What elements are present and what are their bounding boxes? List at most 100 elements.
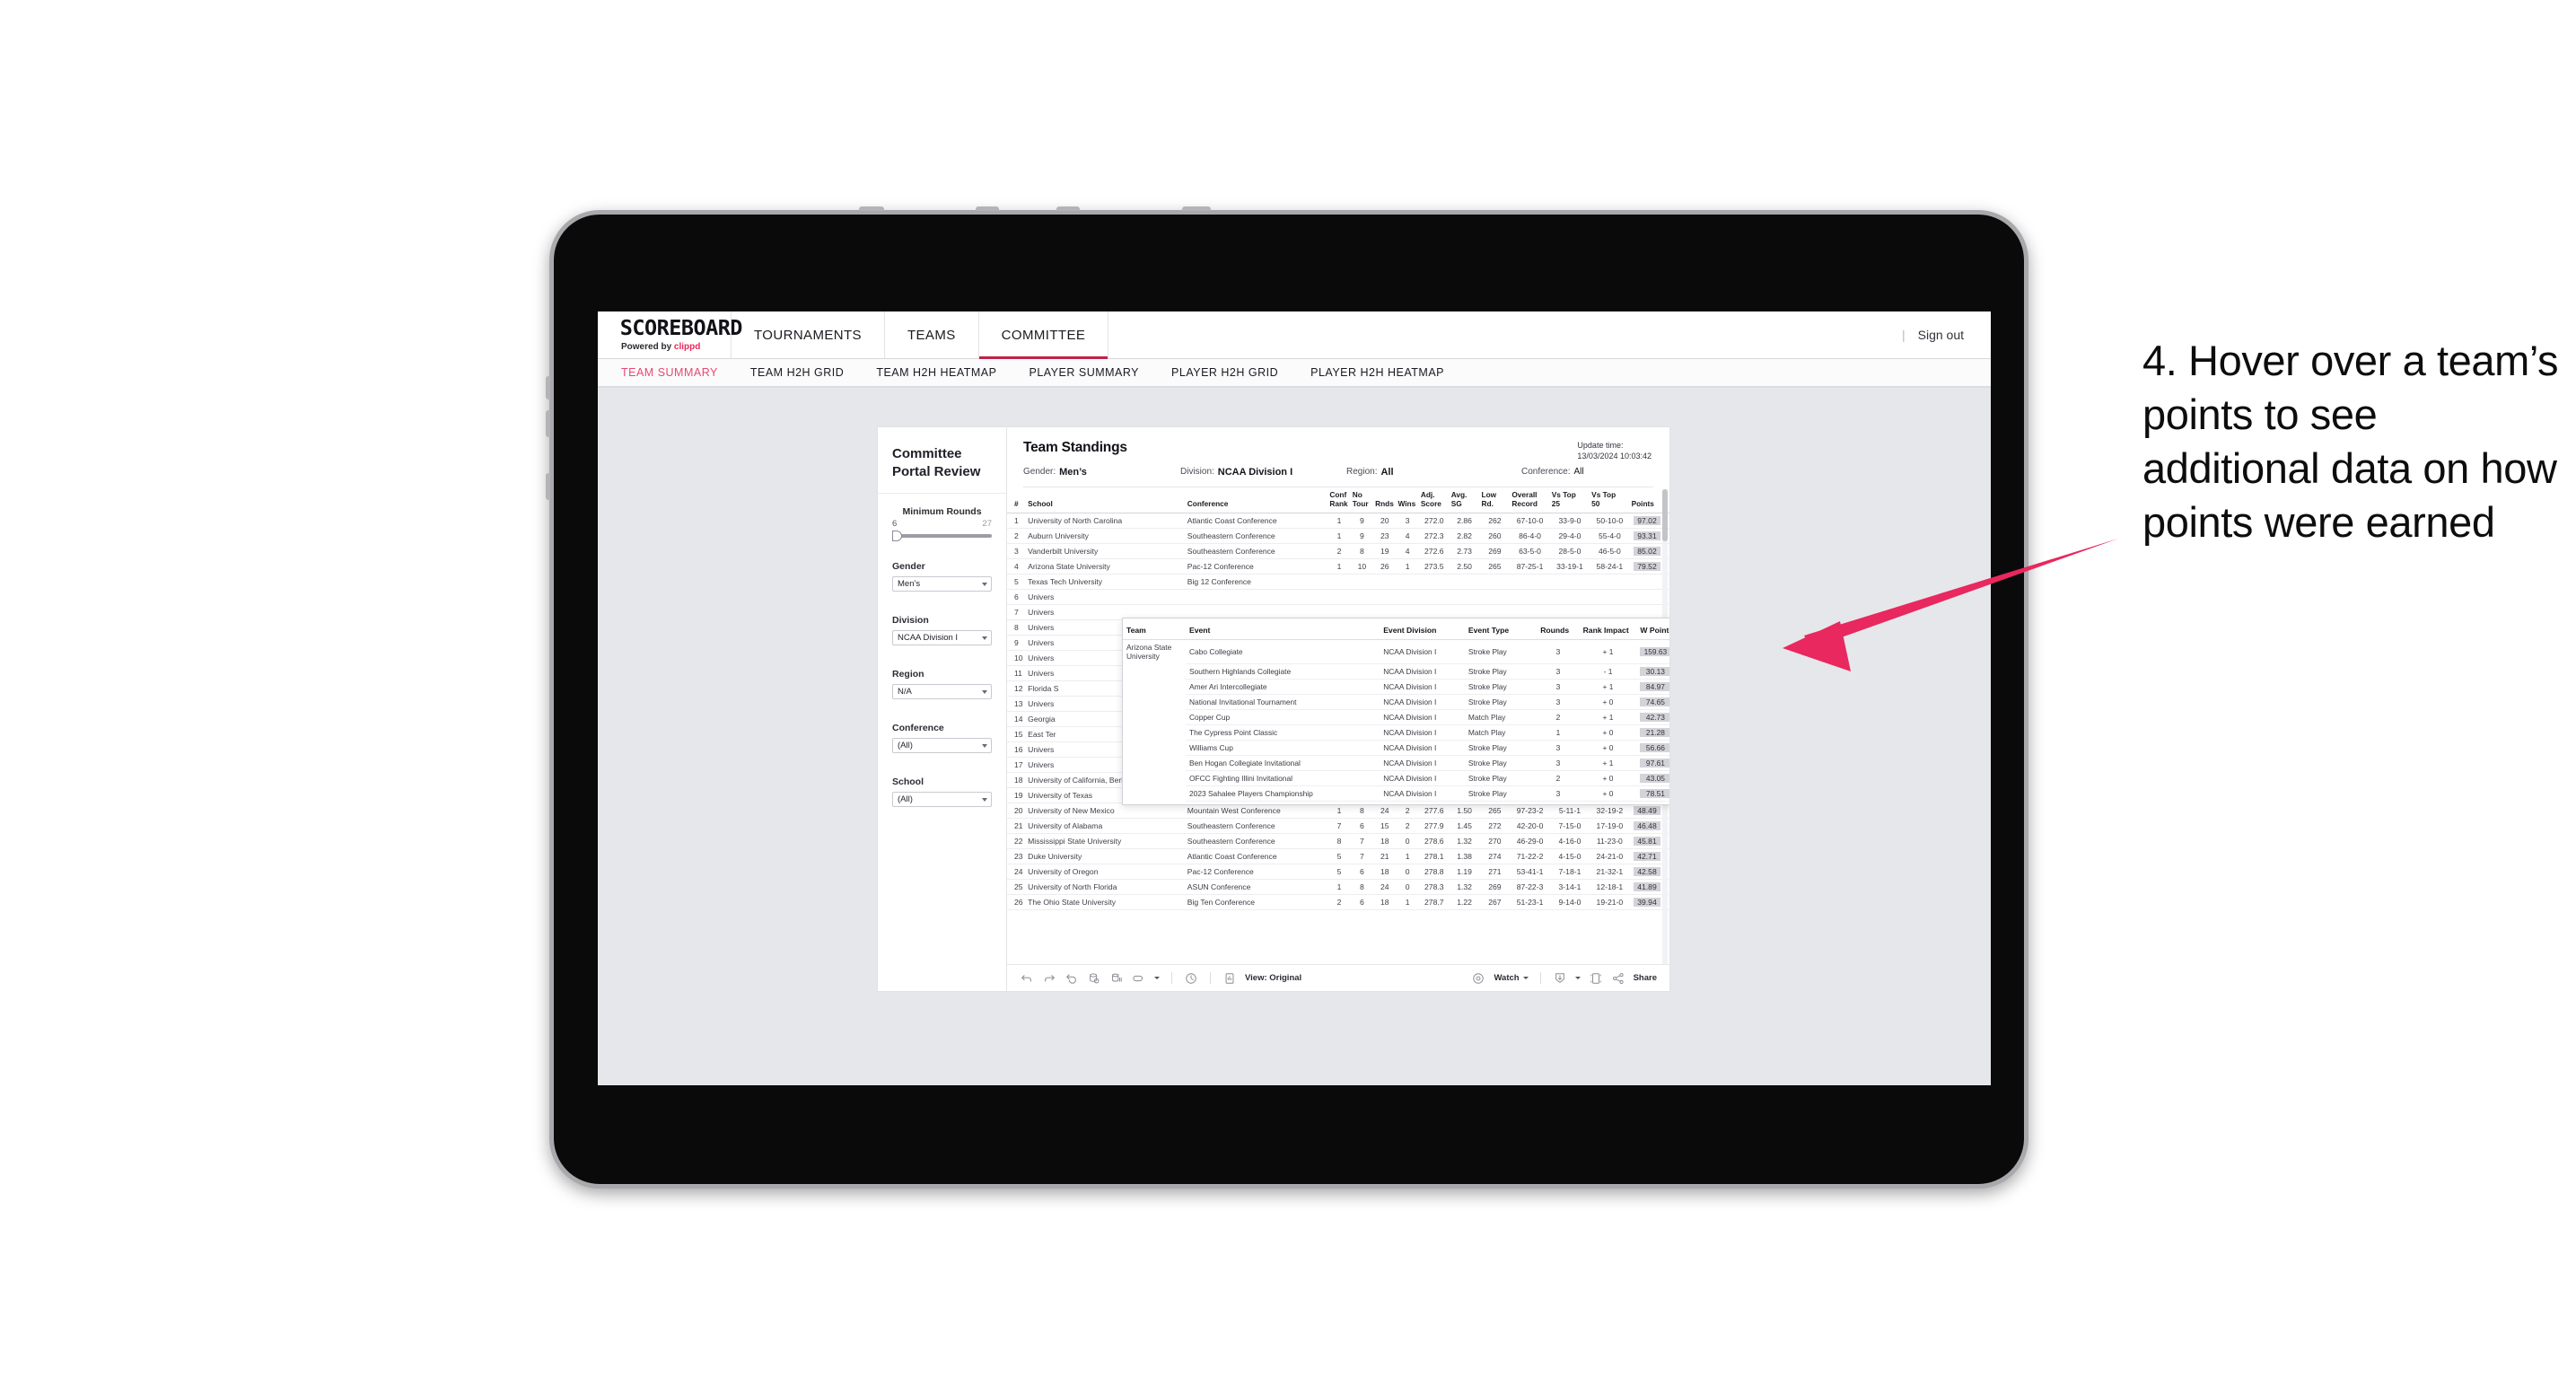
- chevron-down-icon[interactable]: [1574, 977, 1581, 979]
- region-select[interactable]: N/A: [892, 684, 992, 699]
- tooltip-col-header: W Points: [1636, 624, 1669, 640]
- standings-col-header[interactable]: Conf Rank: [1327, 487, 1351, 514]
- filter-region: Region N/A: [892, 669, 992, 699]
- pause-auto-update-icon[interactable]: [1184, 971, 1198, 986]
- gender-select[interactable]: Men’s: [892, 576, 992, 592]
- division-value: NCAA Division I: [898, 633, 959, 643]
- standings-col-header[interactable]: Rnds: [1373, 487, 1397, 514]
- signout-link[interactable]: Sign out: [1918, 328, 1964, 342]
- standings-col-header[interactable]: Wins: [1396, 487, 1419, 514]
- table-scroll-thumb[interactable]: [1662, 489, 1668, 541]
- tooltip-division: NCAA Division I: [1380, 785, 1465, 802]
- tooltip-event: Williams Cup: [1186, 740, 1380, 756]
- conference-select[interactable]: (All): [892, 738, 992, 753]
- table-row[interactable]: 20 University of New Mexico Mountain West …: [1007, 803, 1669, 820]
- device-preview-icon[interactable]: [1132, 971, 1146, 986]
- school-label: School: [892, 776, 924, 787]
- table-row[interactable]: 24 University of Oregon Pac-12 Conference 5…: [1007, 864, 1669, 881]
- points-value[interactable]: 41.89: [1634, 882, 1660, 892]
- fullscreen-icon[interactable]: [1589, 971, 1603, 986]
- nav-item-committee[interactable]: COMMITTEE: [977, 311, 1108, 359]
- pause-data-icon[interactable]: [1109, 971, 1124, 986]
- subnav-tabs: TEAM SUMMARY TEAM H2H GRID TEAM H2H HEAT…: [598, 359, 1991, 388]
- standings-cell-vs50: 11-23-0: [1590, 833, 1630, 850]
- table-row[interactable]: 3 Vanderbilt University Southeastern Confe…: [1007, 543, 1669, 560]
- tab-player-h2h-heatmap[interactable]: PLAYER H2H HEATMAP: [1310, 366, 1444, 379]
- filter-conference: Conference (All): [892, 723, 992, 753]
- points-value[interactable]: 79.52: [1634, 562, 1660, 572]
- chevron-down-icon[interactable]: [1154, 977, 1160, 979]
- view-original-button[interactable]: View: Original: [1245, 973, 1301, 983]
- table-row[interactable]: 23 Duke University Atlantic Coast Conferen…: [1007, 848, 1669, 865]
- standings-col-header[interactable]: Vs Top 25: [1549, 487, 1590, 514]
- standings-col-header[interactable]: Low Rd.: [1479, 487, 1511, 514]
- standings-cell-rank: 13: [1007, 696, 1027, 713]
- division-select[interactable]: NCAA Division I: [892, 630, 992, 645]
- view-original-icon[interactable]: [1222, 971, 1237, 986]
- standings-cell-wins: 3: [1396, 513, 1419, 530]
- points-value[interactable]: 42.58: [1634, 867, 1660, 877]
- standings-cell-overall: 86-4-0: [1510, 528, 1550, 545]
- minimum-rounds-slider[interactable]: [892, 531, 992, 541]
- tablet-button-1[interactable]: [859, 206, 884, 211]
- standings-cell-wins: 0: [1396, 833, 1419, 850]
- watch-button[interactable]: Watch: [1494, 973, 1529, 983]
- tab-player-h2h-grid[interactable]: PLAYER H2H GRID: [1171, 366, 1278, 379]
- tablet-volume-up-button[interactable]: [546, 410, 550, 437]
- tab-team-h2h-grid[interactable]: TEAM H2H GRID: [750, 366, 844, 379]
- table-row[interactable]: 2 Auburn University Southeastern Conferenc…: [1007, 528, 1669, 545]
- points-value[interactable]: 48.49: [1634, 806, 1660, 816]
- watch-icon[interactable]: [1471, 971, 1485, 986]
- tablet-button-4[interactable]: [1182, 206, 1211, 211]
- standings-cell-conf: ASUN Conference: [1185, 879, 1328, 896]
- tablet-volume-down-button[interactable]: [546, 473, 550, 500]
- refresh-data-icon[interactable]: [1087, 971, 1101, 986]
- table-row[interactable]: 26 The Ohio State University Big Ten Confe…: [1007, 894, 1669, 911]
- slider-thumb[interactable]: [892, 531, 902, 541]
- points-value[interactable]: 45.81: [1634, 837, 1660, 847]
- standings-col-header[interactable]: Overall Record: [1510, 487, 1550, 514]
- tooltip-rounds: 3: [1537, 694, 1580, 710]
- tab-player-summary[interactable]: PLAYER SUMMARY: [1029, 366, 1139, 379]
- standings-col-header[interactable]: Adj. Score: [1418, 487, 1450, 514]
- brand-logo[interactable]: SCOREBOARD Powered by clippd: [598, 311, 743, 358]
- school-select[interactable]: (All): [892, 792, 992, 807]
- revert-icon[interactable]: [1065, 971, 1079, 986]
- redo-icon[interactable]: [1042, 971, 1056, 986]
- tooltip-type: Stroke Play: [1464, 694, 1538, 710]
- standings-cell-conf: Big Ten Conference: [1185, 894, 1328, 911]
- tooltip-impact: - 1: [1579, 663, 1637, 680]
- tablet-button-2[interactable]: [976, 206, 999, 211]
- points-value[interactable]: 97.02: [1634, 516, 1660, 526]
- viz-header: Team Standings Update time: 13/03/2024 1…: [1007, 427, 1669, 487]
- table-row[interactable]: 5 Texas Tech University Big 12 Conference: [1007, 574, 1669, 591]
- undo-icon[interactable]: [1020, 971, 1034, 986]
- tablet-button-3[interactable]: [1056, 206, 1080, 211]
- standings-col-header[interactable]: No Tour: [1350, 487, 1374, 514]
- standings-col-header[interactable]: Vs Top 50: [1590, 487, 1630, 514]
- points-value[interactable]: 39.94: [1634, 898, 1660, 908]
- points-value[interactable]: 42.71: [1634, 852, 1660, 862]
- standings-col-header[interactable]: #: [1007, 487, 1027, 514]
- download-icon[interactable]: [1553, 971, 1567, 986]
- share-icon[interactable]: [1611, 971, 1625, 986]
- table-row[interactable]: 1 University of North Carolina Atlantic Co…: [1007, 513, 1669, 530]
- standings-col-header[interactable]: Conference: [1185, 487, 1328, 514]
- nav-item-tournaments[interactable]: TOURNAMENTS: [731, 311, 884, 358]
- points-value[interactable]: 46.48: [1634, 821, 1660, 831]
- table-row[interactable]: 6 Univers: [1007, 589, 1669, 606]
- tab-team-h2h-heatmap[interactable]: TEAM H2H HEATMAP: [876, 366, 996, 379]
- table-row[interactable]: 22 Mississippi State University Southeaste…: [1007, 833, 1669, 850]
- points-value[interactable]: 85.02: [1634, 547, 1660, 557]
- nav-item-teams[interactable]: TEAMS: [883, 311, 978, 358]
- table-row[interactable]: 25 University of North Florida ASUN Confer…: [1007, 879, 1669, 896]
- tooltip-rounds: 3: [1537, 639, 1580, 664]
- tab-team-summary[interactable]: TEAM SUMMARY: [621, 366, 718, 379]
- standings-col-header[interactable]: School: [1026, 487, 1186, 514]
- table-row[interactable]: 4 Arizona State University Pac-12 Conferen…: [1007, 558, 1669, 575]
- standings-cell-rnds: 18: [1373, 833, 1397, 850]
- standings-col-header[interactable]: Avg. SG: [1449, 487, 1480, 514]
- points-value[interactable]: 93.31: [1634, 531, 1660, 541]
- share-button[interactable]: Share: [1634, 973, 1657, 983]
- table-row[interactable]: 21 University of Alabama Southeastern Conf…: [1007, 818, 1669, 835]
